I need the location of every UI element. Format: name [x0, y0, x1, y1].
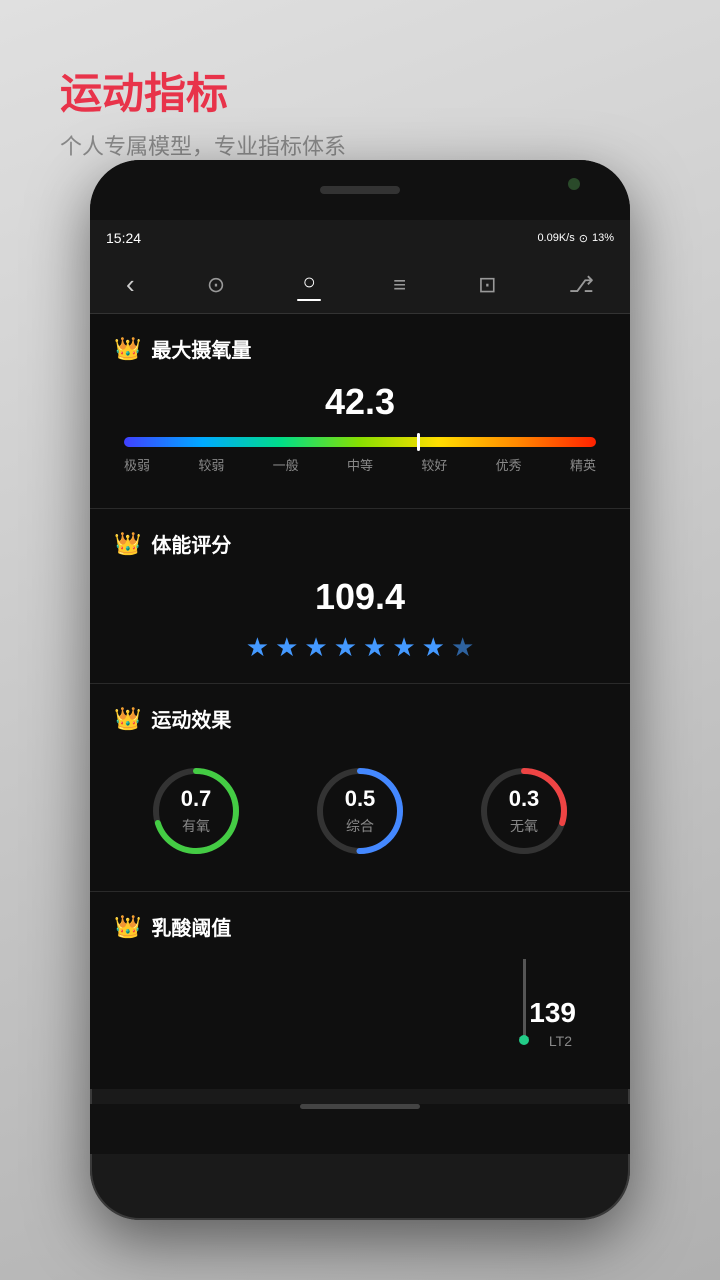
anaerobic-inner: 0.3 无氧: [509, 786, 540, 836]
crown-icon-vo2max: 👑: [114, 336, 141, 362]
nav-bar: ‹ ⊙ ○ ≡ ⊡ ⎇: [90, 256, 630, 314]
effects-label: 运动效果: [151, 704, 231, 733]
bar-label-0: 极弱: [124, 455, 150, 474]
nav-refresh[interactable]: ○: [297, 269, 321, 301]
anaerobic-value: 0.3: [509, 786, 540, 812]
rainbow-bar: [124, 437, 596, 447]
comprehensive-gauge: 0.5 综合: [310, 761, 410, 861]
phone-bezel-bottom: [90, 1104, 630, 1154]
star-4: ★: [334, 632, 357, 663]
effect-anaerobic: 0.3 无氧: [474, 761, 574, 861]
crown-icon-lactate: 👑: [114, 914, 141, 940]
effect-aerobic: 0.7 有氧: [146, 761, 246, 861]
effects-section: 👑 运动效果 0.7 有氧: [90, 684, 630, 892]
fitness-section: 👑 体能评分 109.4 ★ ★ ★ ★ ★ ★ ★ ★: [90, 509, 630, 684]
effect-comprehensive: 0.5 综合: [310, 761, 410, 861]
page-title: 运动指标: [60, 60, 346, 121]
nav-search[interactable]: ⊡: [478, 272, 496, 298]
phone-frame: 15:24 0.09K/s ⊙ 13% ‹ ⊙ ○ ≡ ⊡ ⎇ 👑 最大摄氧量: [90, 160, 630, 1220]
fitness-label: 体能评分: [151, 529, 231, 558]
star-6: ★: [392, 632, 415, 663]
star-8: ★: [451, 632, 474, 663]
aerobic-name: 有氧: [181, 816, 212, 836]
stars-row: ★ ★ ★ ★ ★ ★ ★ ★: [114, 632, 606, 663]
lactate-value: 139: [529, 997, 576, 1029]
rainbow-marker: [417, 433, 420, 451]
anaerobic-name: 无氧: [509, 816, 540, 836]
phone-content[interactable]: 👑 最大摄氧量 42.3 极弱 较弱 一般 中等 较好 优秀 精英: [90, 314, 630, 1089]
crown-icon-effects: 👑: [114, 706, 141, 732]
battery-level: 13%: [592, 232, 614, 244]
star-2: ★: [275, 632, 298, 663]
fitness-title-row: 👑 体能评分: [114, 529, 606, 558]
page-subtitle: 个人专属模型，专业指标体系: [60, 129, 346, 161]
lactate-lt2: LT2: [549, 1033, 572, 1049]
vo2max-value: 42.3: [114, 381, 606, 423]
lactate-section: 👑 乳酸阈值 139 LT2: [90, 892, 630, 1089]
star-1: ★: [246, 632, 269, 663]
phone-camera: [568, 178, 580, 190]
phone-bezel-top: [90, 160, 630, 220]
nav-back[interactable]: ‹: [126, 269, 135, 300]
nav-location[interactable]: ⊙: [207, 272, 225, 298]
bar-label-4: 较好: [421, 455, 447, 474]
star-3: ★: [304, 632, 327, 663]
nav-share[interactable]: ⎇: [569, 272, 594, 298]
bar-label-2: 一般: [273, 455, 299, 474]
aerobic-value: 0.7: [181, 786, 212, 812]
phone-speaker: [320, 186, 400, 194]
rainbow-bar-container: 极弱 较弱 一般 中等 较好 优秀 精英: [124, 437, 596, 474]
bar-labels: 极弱 较弱 一般 中等 较好 优秀 精英: [124, 455, 596, 474]
lactate-line: [523, 959, 526, 1039]
comprehensive-inner: 0.5 综合: [345, 786, 376, 836]
star-7: ★: [422, 632, 445, 663]
aerobic-gauge: 0.7 有氧: [146, 761, 246, 861]
page-container: 运动指标 个人专属模型，专业指标体系 15:24 0.09K/s ⊙ 13% ‹…: [0, 0, 720, 1280]
anaerobic-gauge: 0.3 无氧: [474, 761, 574, 861]
effects-row: 0.7 有氧 0.5: [114, 751, 606, 871]
lactate-title-row: 👑 乳酸阈值: [114, 912, 606, 941]
comprehensive-name: 综合: [345, 816, 376, 836]
status-right: 0.09K/s ⊙ 13%: [537, 232, 614, 245]
vo2max-section: 👑 最大摄氧量 42.3 极弱 较弱 一般 中等 较好 优秀 精英: [90, 314, 630, 509]
bar-label-3: 中等: [347, 455, 373, 474]
status-bar: 15:24 0.09K/s ⊙ 13%: [90, 220, 630, 256]
lactate-label: 乳酸阈值: [151, 912, 231, 941]
network-speed: 0.09K/s: [537, 232, 574, 244]
status-time: 15:24: [106, 230, 141, 246]
bar-label-1: 较弱: [198, 455, 224, 474]
effects-title-row: 👑 运动效果: [114, 704, 606, 733]
bar-label-5: 优秀: [496, 455, 522, 474]
vo2max-title-row: 👑 最大摄氧量: [114, 334, 606, 363]
vo2max-label: 最大摄氧量: [151, 334, 251, 363]
phone-home-bar: [300, 1104, 420, 1109]
comprehensive-value: 0.5: [345, 786, 376, 812]
aerobic-inner: 0.7 有氧: [181, 786, 212, 836]
star-5: ★: [363, 632, 386, 663]
lactate-chart: 139 LT2: [114, 959, 606, 1059]
wifi-icon: ⊙: [579, 232, 588, 245]
fitness-score-value: 109.4: [114, 576, 606, 618]
bar-label-6: 精英: [570, 455, 596, 474]
lactate-dot: [519, 1035, 529, 1045]
crown-icon-fitness: 👑: [114, 531, 141, 557]
header-text: 运动指标 个人专属模型，专业指标体系: [60, 60, 346, 161]
nav-list[interactable]: ≡: [393, 272, 406, 298]
